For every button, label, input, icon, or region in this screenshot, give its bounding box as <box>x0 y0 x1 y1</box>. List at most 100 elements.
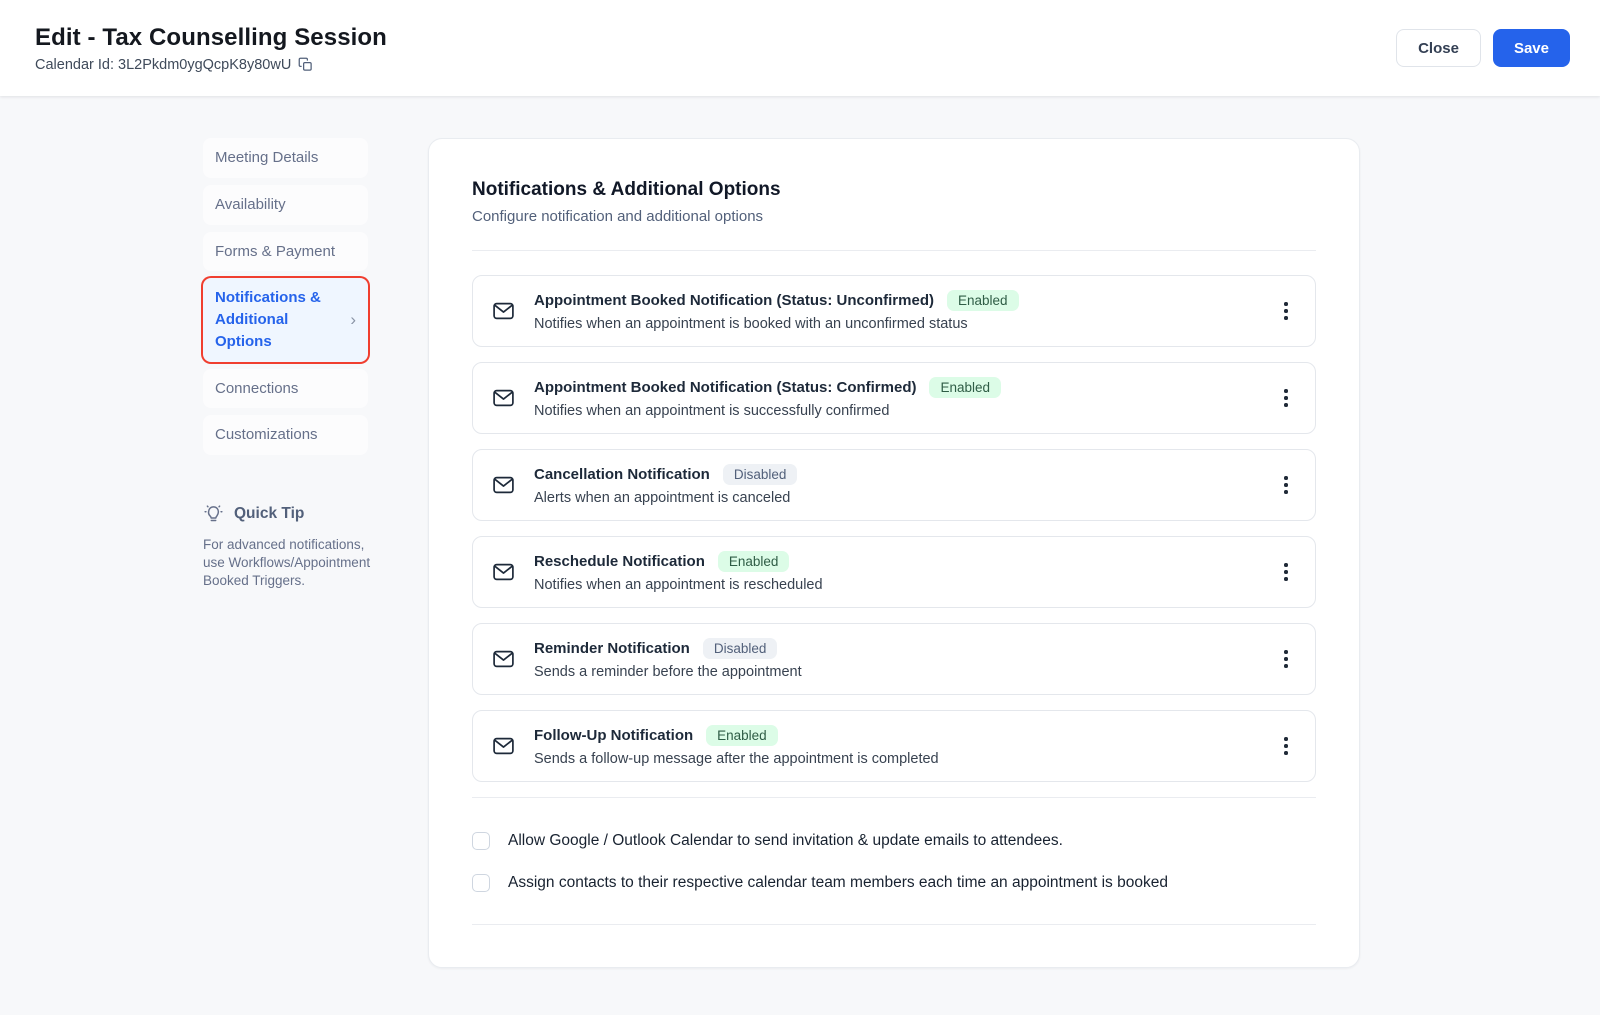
notification-title-line: Appointment Booked Notification (Status:… <box>534 377 1254 398</box>
kebab-dot <box>1284 476 1288 480</box>
sidebar-nav-item-label: Customizations <box>215 424 318 446</box>
kebab-dot <box>1284 309 1288 313</box>
status-badge: Enabled <box>929 377 1001 398</box>
notification-title: Reminder Notification <box>534 640 690 657</box>
notification-title-line: Follow-Up Notification Enabled <box>534 725 1254 746</box>
sidebar-nav-item-label: Forms & Payment <box>215 241 335 263</box>
notification-title-line: Reschedule Notification Enabled <box>534 551 1254 572</box>
notification-row-main: Cancellation Notification Disabled Alert… <box>534 464 1254 506</box>
notification-row-main: Reminder Notification Disabled Sends a r… <box>534 638 1254 680</box>
calendar-id-text: Calendar Id: 3L2Pkdm0ygQcpK8y80wU <box>35 57 291 73</box>
kebab-dot <box>1284 657 1288 661</box>
notification-title: Follow-Up Notification <box>534 727 693 744</box>
header-actions: Close Save <box>1396 29 1570 67</box>
notification-description: Notifies when an appointment is successf… <box>534 403 1254 419</box>
option-label: Allow Google / Outlook Calendar to send … <box>508 832 1063 850</box>
save-button[interactable]: Save <box>1493 29 1570 67</box>
quick-tip-text: For advanced notifications, use Workflow… <box>203 536 375 589</box>
kebab-dot <box>1284 483 1288 487</box>
notification-title: Cancellation Notification <box>534 466 710 483</box>
option-row: Allow Google / Outlook Calendar to send … <box>472 832 1316 850</box>
notification-row: Follow-Up Notification Enabled Sends a f… <box>472 710 1316 782</box>
kebab-menu-button[interactable] <box>1271 377 1301 419</box>
close-button[interactable]: Close <box>1396 29 1481 67</box>
divider <box>472 797 1316 798</box>
mail-icon <box>490 647 517 671</box>
page-title: Edit - Tax Counselling Session <box>35 24 387 52</box>
kebab-menu-button[interactable] <box>1271 551 1301 593</box>
panel-subtitle: Configure notification and additional op… <box>472 208 1316 225</box>
notifications-panel: Notifications & Additional Options Confi… <box>428 138 1360 968</box>
settings-nav: Meeting Details › Availability › Forms &… <box>203 138 368 589</box>
notification-title-line: Reminder Notification Disabled <box>534 638 1254 659</box>
status-badge: Enabled <box>718 551 790 572</box>
notification-row: Reminder Notification Disabled Sends a r… <box>472 623 1316 695</box>
mail-icon <box>490 473 517 497</box>
status-badge: Disabled <box>723 464 798 485</box>
kebab-dot <box>1284 744 1288 748</box>
notification-row: Reschedule Notification Enabled Notifies… <box>472 536 1316 608</box>
kebab-menu-button[interactable] <box>1271 290 1301 332</box>
notification-title-line: Appointment Booked Notification (Status:… <box>534 290 1254 311</box>
kebab-dot <box>1284 737 1288 741</box>
notification-description: Notifies when an appointment is reschedu… <box>534 577 1254 593</box>
option-checkbox[interactable] <box>472 832 490 850</box>
mail-icon <box>490 299 517 323</box>
header-title-block: Edit - Tax Counselling Session Calendar … <box>35 24 387 73</box>
chevron-right-icon: › <box>350 308 356 333</box>
divider <box>472 250 1316 251</box>
kebab-dot <box>1284 316 1288 320</box>
notification-row: Appointment Booked Notification (Status:… <box>472 362 1316 434</box>
status-badge: Enabled <box>947 290 1019 311</box>
kebab-dot <box>1284 389 1288 393</box>
divider <box>472 924 1316 925</box>
notification-description: Notifies when an appointment is booked w… <box>534 316 1254 332</box>
notification-description: Sends a reminder before the appointment <box>534 664 1254 680</box>
kebab-dot <box>1284 650 1288 654</box>
sidebar-nav-item[interactable]: Meeting Details › <box>203 138 368 178</box>
panel-title: Notifications & Additional Options <box>472 179 1316 201</box>
notification-description: Sends a follow-up message after the appo… <box>534 751 1254 767</box>
sidebar-nav-item[interactable]: Notifications & Additional Options › <box>203 278 368 361</box>
quick-tip-header: Quick Tip <box>203 503 368 524</box>
sidebar-nav-item-label: Meeting Details <box>215 147 318 169</box>
kebab-dot <box>1284 396 1288 400</box>
notification-title: Appointment Booked Notification (Status:… <box>534 379 916 396</box>
notification-title: Appointment Booked Notification (Status:… <box>534 292 934 309</box>
kebab-menu-button[interactable] <box>1271 464 1301 506</box>
kebab-dot <box>1284 563 1288 567</box>
kebab-dot <box>1284 302 1288 306</box>
page-header: Edit - Tax Counselling Session Calendar … <box>0 0 1600 96</box>
sidebar-nav-item[interactable]: Availability › <box>203 185 368 225</box>
copy-icon[interactable] <box>298 57 313 72</box>
mail-icon <box>490 560 517 584</box>
notification-description: Alerts when an appointment is canceled <box>534 490 1254 506</box>
sidebar-nav-item-label: Notifications & Additional Options <box>215 287 346 352</box>
settings-nav-items: Meeting Details › Availability › Forms &… <box>203 138 368 455</box>
sidebar-nav-item-label: Availability <box>215 194 286 216</box>
kebab-menu-button[interactable] <box>1271 638 1301 680</box>
notification-row-main: Reschedule Notification Enabled Notifies… <box>534 551 1254 593</box>
kebab-dot <box>1284 490 1288 494</box>
option-label: Assign contacts to their respective cale… <box>508 874 1168 892</box>
option-checkbox[interactable] <box>472 874 490 892</box>
kebab-dot <box>1284 403 1288 407</box>
content-area: Meeting Details › Availability › Forms &… <box>0 96 1600 968</box>
notification-row: Appointment Booked Notification (Status:… <box>472 275 1316 347</box>
notification-row-main: Appointment Booked Notification (Status:… <box>534 377 1254 419</box>
status-badge: Enabled <box>706 725 778 746</box>
notification-title-line: Cancellation Notification Disabled <box>534 464 1254 485</box>
sidebar-nav-item[interactable]: Forms & Payment › <box>203 232 368 272</box>
kebab-dot <box>1284 664 1288 668</box>
kebab-menu-button[interactable] <box>1271 725 1301 767</box>
mail-icon <box>490 386 517 410</box>
additional-options: Allow Google / Outlook Calendar to send … <box>472 832 1316 892</box>
lightbulb-icon <box>203 503 224 524</box>
quick-tip: Quick Tip For advanced notifications, us… <box>203 503 368 589</box>
sidebar-nav-item-label: Connections <box>215 378 298 400</box>
kebab-dot <box>1284 751 1288 755</box>
status-badge: Disabled <box>703 638 778 659</box>
sidebar-nav-item[interactable]: Customizations › <box>203 415 368 455</box>
kebab-dot <box>1284 570 1288 574</box>
sidebar-nav-item[interactable]: Connections › <box>203 369 368 409</box>
